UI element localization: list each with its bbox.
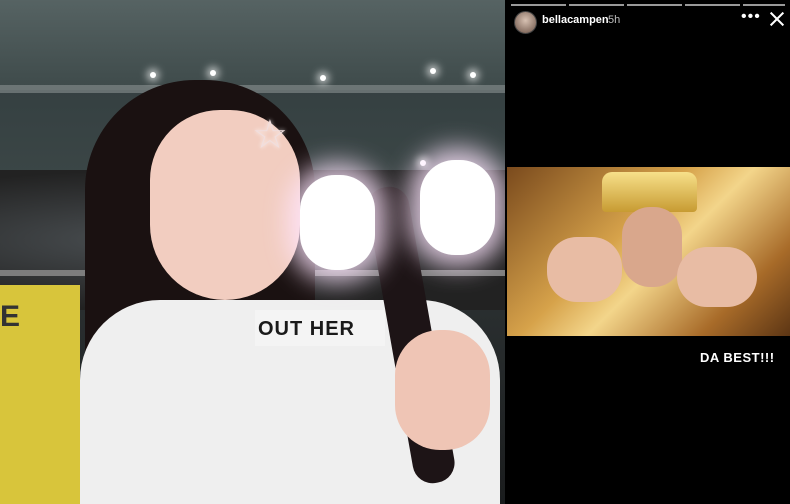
figure-hand-left — [547, 237, 622, 302]
progress-segment — [627, 4, 682, 6]
crown — [602, 172, 697, 212]
username[interactable]: bellacampen — [542, 14, 609, 26]
story-image — [507, 167, 790, 336]
stadium-light — [150, 72, 156, 78]
story-caption: DA BEST!!! — [700, 350, 775, 365]
shirt-text: OUT HER — [258, 318, 355, 340]
stadium-light — [470, 72, 476, 78]
crowd-light — [420, 160, 426, 166]
avatar[interactable] — [514, 11, 537, 34]
star-hairclip: ☆ — [252, 113, 288, 157]
stadium-roof — [0, 0, 505, 90]
close-icon[interactable] — [768, 10, 786, 28]
stadium-light — [430, 68, 436, 74]
more-icon[interactable]: ••• — [741, 8, 761, 26]
progress-segment — [511, 4, 566, 6]
story-time: 5h — [608, 14, 621, 26]
progress-segment — [743, 4, 785, 6]
stadium-light — [320, 75, 326, 81]
figure-hand-right — [677, 247, 757, 307]
figure-face — [622, 207, 682, 287]
sign-text: E — [0, 300, 21, 333]
stadium-light — [210, 70, 216, 76]
hand — [395, 330, 490, 450]
progress-segment — [685, 4, 740, 6]
progress-segment — [569, 4, 624, 6]
lightstick-bulb-left — [300, 175, 375, 270]
concert-photo: E ☆ OUT HER — [0, 0, 505, 504]
lightstick-bulb-right — [420, 160, 495, 255]
